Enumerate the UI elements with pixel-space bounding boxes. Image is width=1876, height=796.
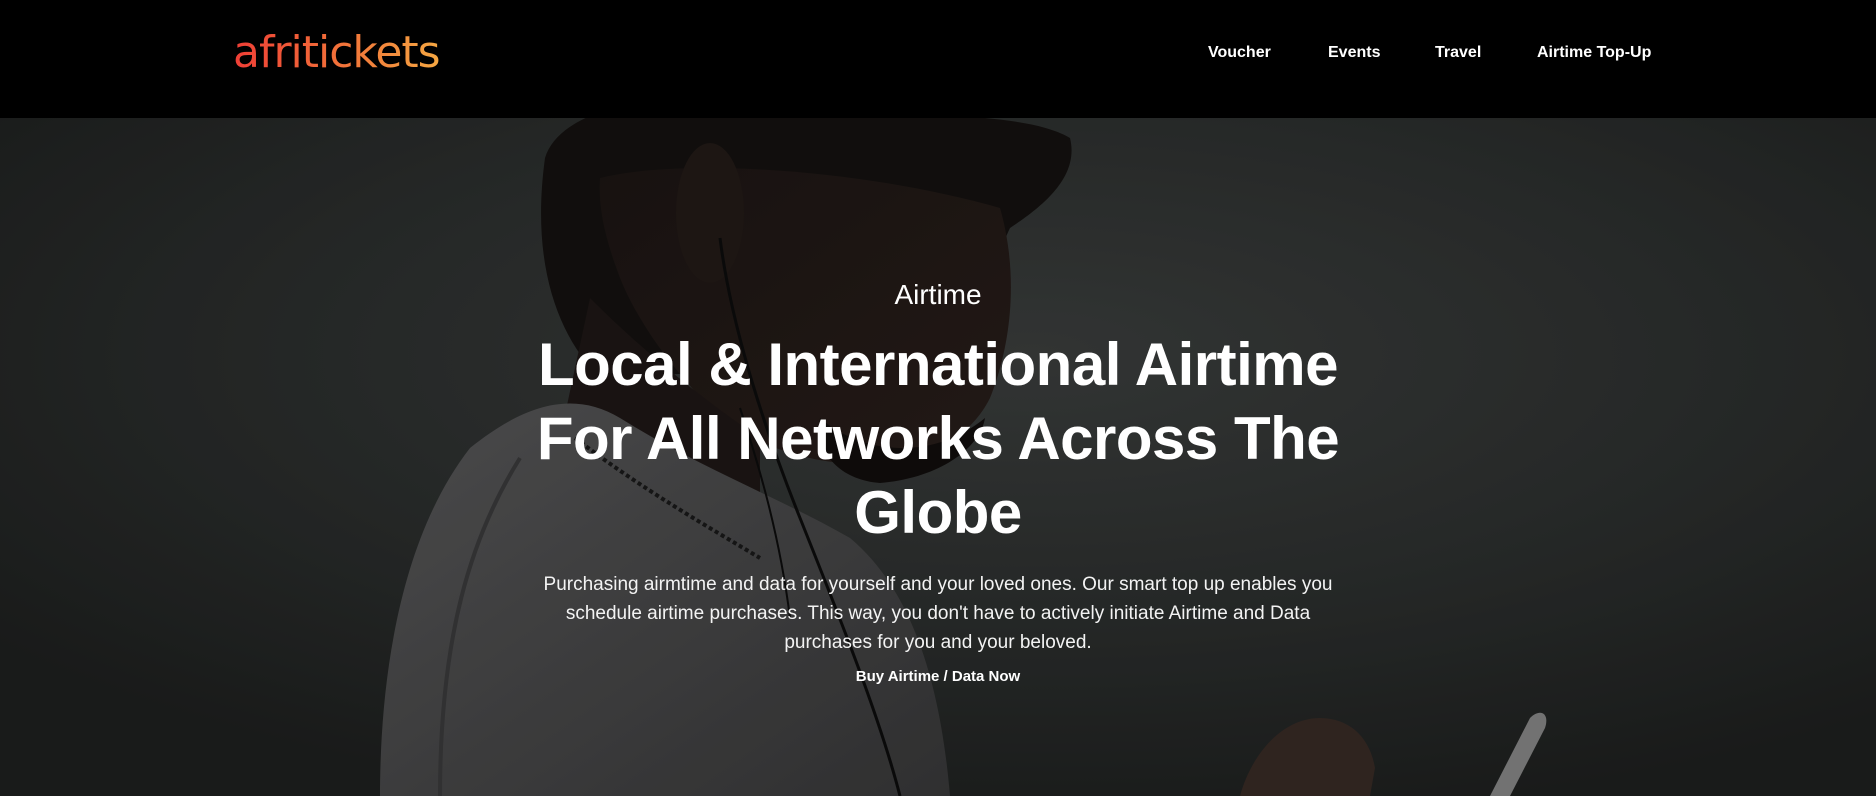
nav-link-voucher[interactable]: Voucher — [1208, 44, 1271, 62]
hero-eyebrow: Airtime — [894, 279, 982, 310]
hero-headline: Local & International Airtime For All Ne… — [536, 331, 1340, 546]
buy-airtime-data-link[interactable]: Buy Airtime / Data Now — [856, 667, 1020, 687]
nav-link-travel[interactable]: Travel — [1435, 44, 1481, 62]
nav-link-airtime-top-up[interactable]: Airtime Top-Up — [1537, 44, 1651, 62]
hero-section: Airtime Local & International Airtime Fo… — [0, 118, 1876, 796]
top-navbar: afritickets Voucher Events Travel Airtim… — [0, 0, 1876, 118]
nav-link-events[interactable]: Events — [1328, 44, 1380, 62]
main-nav: Voucher Events Travel Airtime Top-Up — [0, 44, 1876, 68]
hero-description: Purchasing airmtime and data for yoursel… — [543, 574, 1333, 653]
hero-content: Airtime Local & International Airtime Fo… — [488, 278, 1388, 687]
